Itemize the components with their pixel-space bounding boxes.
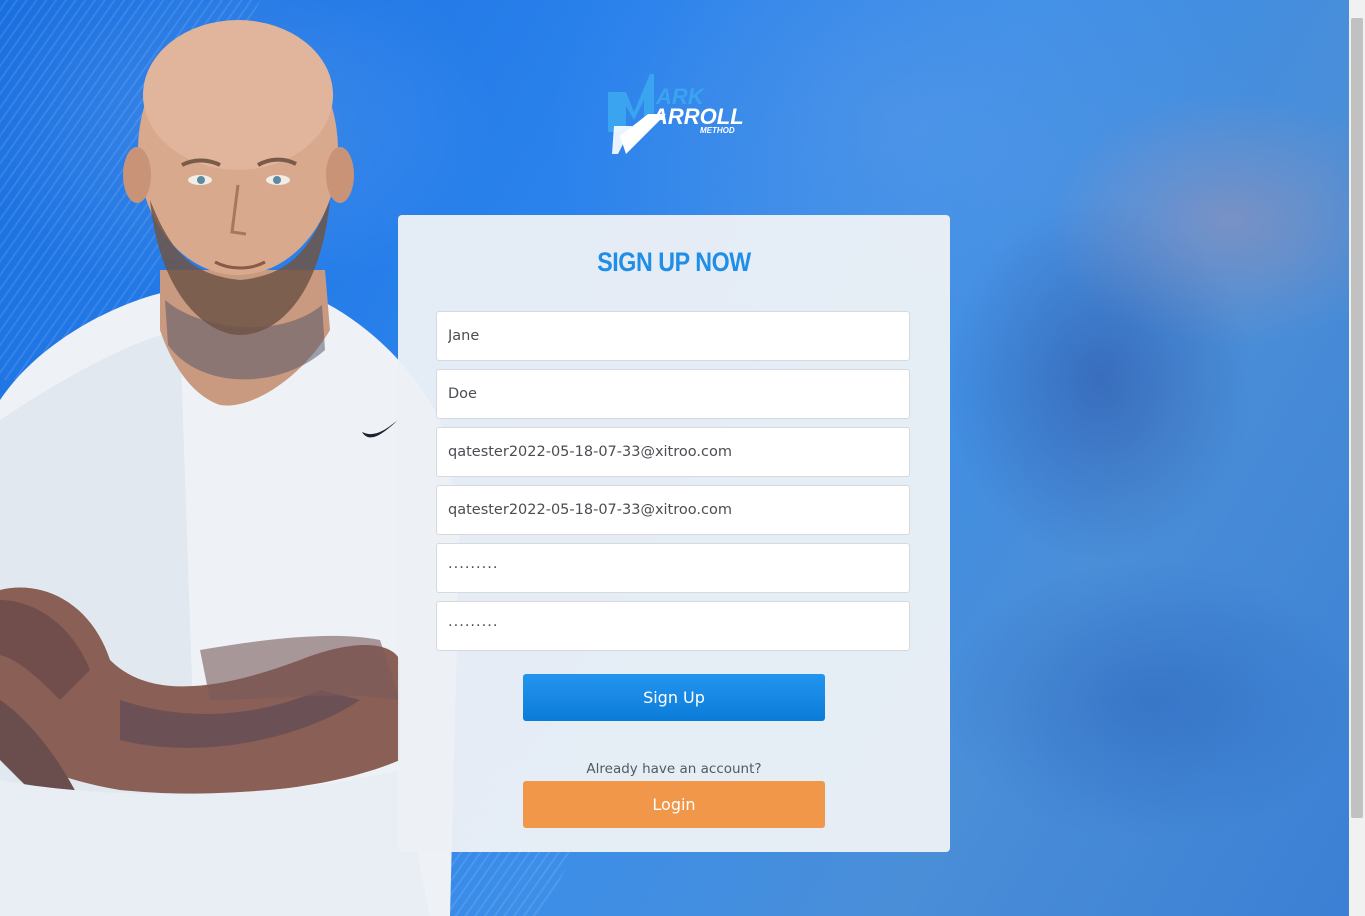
signup-card: SIGN UP NOW Sign Up Already have an acco… bbox=[398, 215, 950, 852]
first-name-input[interactable] bbox=[436, 311, 910, 361]
logo-text-method: METHOD bbox=[700, 126, 735, 135]
last-name-input[interactable] bbox=[436, 369, 910, 419]
mark-carroll-method-logo: ARK ARROLL METHOD bbox=[608, 74, 744, 154]
scrollbar-thumb[interactable] bbox=[1351, 18, 1363, 818]
signup-button[interactable]: Sign Up bbox=[523, 674, 825, 721]
page-scrollbar[interactable] bbox=[1349, 0, 1365, 916]
email-input[interactable] bbox=[436, 427, 910, 477]
confirm-email-input[interactable] bbox=[436, 485, 910, 535]
page-title: SIGN UP NOW bbox=[597, 247, 751, 277]
trainer-photo bbox=[0, 20, 460, 916]
password-input[interactable] bbox=[436, 543, 910, 593]
signup-page: ARK ARROLL METHOD SIGN UP NOW Sign Up Al… bbox=[0, 0, 1365, 916]
confirm-password-input[interactable] bbox=[436, 601, 910, 651]
login-button[interactable]: Login bbox=[523, 781, 825, 828]
already-have-account-text: Already have an account? bbox=[586, 761, 762, 777]
